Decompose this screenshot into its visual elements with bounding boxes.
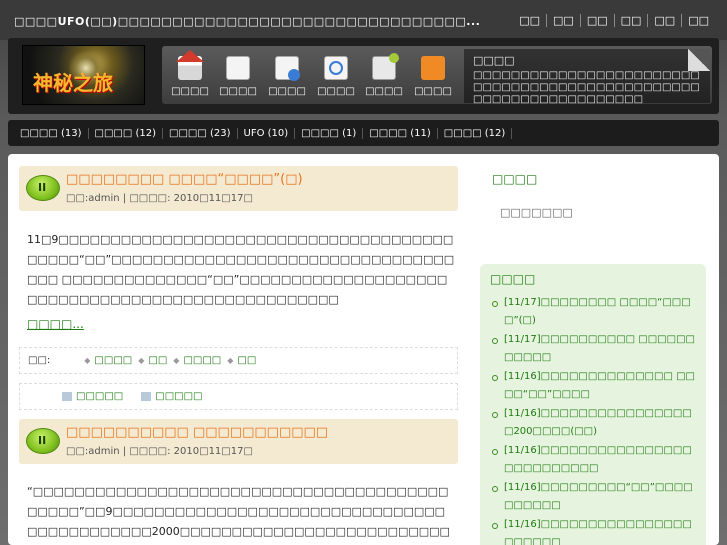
nav-item-contact[interactable]: □□□□ [360, 53, 408, 97]
page-curl-icon [688, 49, 710, 71]
top-link[interactable]: □□ [681, 14, 715, 27]
top-link[interactable]: □□ [613, 14, 648, 27]
recent-post-link[interactable]: [11/16]□□□□□□□□□□□□□□□□□200□□□□(□□) [490, 405, 696, 441]
nav-label: □□□□ [414, 86, 452, 97]
notice-title: □□□□ [473, 54, 515, 67]
post-badge-icon [26, 175, 60, 201]
nav-item-search[interactable]: □□□□ [312, 54, 360, 97]
post-meta: □□:admin | □□□□: 2010□11□17□ [66, 193, 253, 204]
page-icon [275, 56, 300, 81]
category-link[interactable]: □□□□ (1) [295, 127, 364, 139]
nav-label: □□□□ [317, 86, 355, 97]
post-header: □□□□□□□□□□ □□□□□□□□□□□ □□:admin | □□□□: … [19, 419, 458, 464]
top-bar: □□□□UFO(□□)□□□□□□□□□□□□□□□□□□□□□□□□□□□□□… [0, 0, 727, 40]
nav-label: □□□□ [268, 86, 306, 97]
post-title[interactable]: □□□□□□□□ □□□□“□□□□”(□) [66, 172, 303, 187]
recent-post-link[interactable]: [11/16]□□□□□□□□□“□□”□□□□□□□□□□ [490, 479, 696, 515]
site-logo[interactable]: 神秘之旅 [22, 45, 145, 105]
content-area: □□□□□□□□ □□□□“□□□□”(□) □□:admin | □□□□: … [8, 154, 719, 545]
rss-icon [421, 56, 445, 80]
nav-item-pages[interactable]: □□□□ [263, 54, 311, 97]
sidebar-text: □□□□□□□ [500, 206, 573, 219]
category-link[interactable]: □□□□ (23) [163, 127, 238, 139]
top-link[interactable]: □□ [647, 14, 681, 27]
recent-posts-box: □□□□ [11/17]□□□□□□□□ □□□□“□□□□”(□) [11/1… [480, 264, 706, 545]
calendar-icon [141, 391, 152, 401]
site-title[interactable]: □□□□UFO(□□)□□□□□□□□□□□□□□□□□□□□□□□□□□□□□… [14, 15, 480, 28]
top-links: □□ □□ □□ □□ □□ □□ [513, 14, 715, 27]
tag-link[interactable]: □□□□ [173, 355, 221, 366]
notice-box: □□□□ □□□□□□□□□□□□□□□□□□□□□□□□□□□□□□□□□□□… [464, 49, 710, 105]
post-excerpt: 11□9□□□□□□□□□□□□□□□□□□□□□□□□□□□□□□□□□□□□… [27, 233, 455, 306]
category-link[interactable]: UFO (10) [238, 127, 296, 139]
nav-label: □□□□ [219, 86, 257, 97]
recent-post-link[interactable]: [11/17]□□□□□□□□ □□□□“□□□□”(□) [490, 294, 696, 330]
category-link[interactable]: □□□□ (12) [89, 127, 163, 139]
nav-item-documents[interactable]: □□□□ [214, 54, 262, 97]
category-link[interactable]: □□□□ (11) [363, 127, 438, 139]
recent-posts-list: [11/17]□□□□□□□□ □□□□“□□□□”(□) [11/17]□□□… [490, 294, 696, 545]
recent-post-link[interactable]: [11/16]□□□□□□□□□□□□□□ □□□□“□□”□□□□ [490, 368, 696, 404]
notice-text: □□□□□□□□□□□□□□□□□□□□□□□□□□□□□□□□□□□□□□□□… [473, 70, 700, 105]
tag-link[interactable]: □□ [138, 355, 167, 366]
sidebar-heading: □□□□ [492, 172, 538, 186]
permalink-link[interactable]: □□□□□ [141, 391, 203, 402]
category-link[interactable]: □□□□ (12) [438, 127, 513, 139]
recent-post-link[interactable]: [11/16]□□□□□□□□□□□□□□□□□□□□□□ [490, 516, 696, 545]
search-icon [324, 56, 348, 80]
read-more-link[interactable]: □□□□... [27, 317, 84, 331]
mail-icon [372, 53, 399, 80]
top-link[interactable]: □□ [513, 14, 546, 27]
document-icon [226, 56, 250, 80]
home-icon [176, 50, 204, 80]
recent-post-link[interactable]: [11/17]□□□□□□□□□□ □□□□□□□□□□□ [490, 331, 696, 367]
post-title[interactable]: □□□□□□□□□□ □□□□□□□□□□□ [66, 425, 328, 440]
comment-label: □□□□□ [76, 391, 124, 402]
comment-link[interactable]: □□□□□ [62, 391, 123, 402]
permalink-label: □□□□□ [155, 391, 203, 402]
recent-posts-title: □□□□ [490, 272, 536, 286]
tags-label: □□: [28, 355, 51, 366]
post-tags: □□: □□□□ □□ □□□□ □□ [19, 347, 458, 374]
nav-item-rss[interactable]: □□□□ [409, 54, 457, 97]
logo-text: 神秘之旅 [33, 71, 113, 95]
post-meta: □□:admin | □□□□: 2010□11□17□ [66, 446, 253, 457]
category-bar: □□□□ (13) □□□□ (12) □□□□ (23) UFO (10) □… [8, 120, 719, 146]
category-link[interactable]: □□□□ (13) [14, 127, 89, 139]
nav-label: □□□□ [365, 86, 403, 97]
recent-post-link[interactable]: [11/16]□□□□□□□□□□□□□□□□□□□□□□□□□□ [490, 442, 696, 478]
nav-item-home[interactable]: □□□□ [166, 50, 214, 97]
tag-link[interactable]: □□□□ [84, 355, 132, 366]
top-link[interactable]: □□ [546, 14, 580, 27]
post-actions: □□□□□ □□□□□ [19, 383, 458, 410]
post-excerpt: “□□□□□□□□□□□□□□□□□□□□□□□□□□□□□□□□□□□□□□□… [27, 485, 450, 538]
top-link[interactable]: □□ [579, 14, 614, 27]
post-badge-icon [26, 428, 60, 454]
nav-label: □□□□ [171, 86, 209, 97]
comment-icon [62, 391, 72, 401]
post-header: □□□□□□□□ □□□□“□□□□”(□) □□:admin | □□□□: … [19, 166, 458, 211]
tag-link[interactable]: □□ [227, 355, 256, 366]
